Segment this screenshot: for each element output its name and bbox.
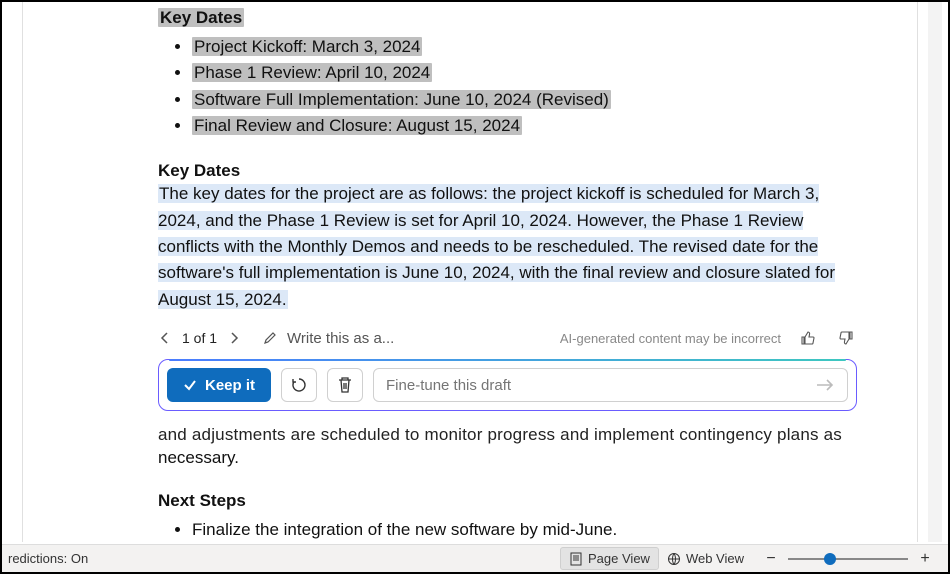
vertical-scrollbar[interactable] (928, 2, 942, 542)
thumbs-up-button[interactable] (797, 327, 819, 349)
list-item: Phase 1 Review: April 10, 2024 (192, 60, 857, 86)
zoom-out-button[interactable]: − (762, 550, 780, 568)
suggestion-pager: 1 of 1 (182, 330, 217, 346)
prev-suggestion-button[interactable] (158, 332, 172, 344)
list-item: Final Review and Closure: August 15, 202… (192, 113, 857, 139)
web-view-button[interactable]: Web View (659, 548, 752, 569)
obscured-text-line: and adjustments are scheduled to monitor… (158, 425, 857, 445)
ai-disclaimer: AI-generated content may be incorrect (560, 331, 781, 346)
keep-it-button[interactable]: Keep it (167, 368, 271, 402)
refresh-icon (290, 376, 308, 394)
key-dates-list: Project Kickoff: March 3, 2024 Phase 1 R… (192, 34, 857, 139)
trash-icon (337, 376, 353, 394)
section-heading-key-dates-1: Key Dates (158, 8, 857, 28)
next-steps-list: Finalize the integration of the new soft… (192, 517, 857, 542)
web-view-icon (667, 552, 681, 566)
pencil-icon (263, 331, 277, 345)
section-heading-key-dates-2: Key Dates (158, 161, 857, 181)
next-suggestion-button[interactable] (227, 332, 241, 344)
predictions-status[interactable]: redictions: On (6, 551, 88, 566)
status-bar: redictions: On Page View Web View − + (2, 544, 948, 572)
ai-action-bar: Keep it (158, 359, 857, 411)
keep-it-label: Keep it (205, 377, 255, 394)
fine-tune-input[interactable] (386, 377, 815, 394)
regenerate-button[interactable] (281, 368, 317, 402)
list-item: Finalize the integration of the new soft… (192, 517, 857, 542)
ai-suggestion-panel: 1 of 1 Write this as a... AI-generated c… (158, 327, 857, 411)
zoom-slider[interactable]: − + (762, 550, 934, 568)
page-view-icon (569, 552, 583, 566)
body-text: necessary. (158, 445, 857, 471)
check-icon (183, 378, 197, 392)
list-item: Software Full Implementation: June 10, 2… (192, 87, 857, 113)
write-as-label[interactable]: Write this as a... (287, 330, 394, 347)
thumbs-down-button[interactable] (835, 327, 857, 349)
list-item: Project Kickoff: March 3, 2024 (192, 34, 857, 60)
document-canvas: Key Dates Project Kickoff: March 3, 2024… (22, 2, 918, 542)
discard-button[interactable] (327, 368, 363, 402)
ai-generated-paragraph: The key dates for the project are as fol… (158, 181, 857, 313)
page-view-button[interactable]: Page View (560, 547, 659, 570)
zoom-track[interactable] (788, 558, 908, 560)
zoom-knob[interactable] (824, 553, 836, 565)
fine-tune-field[interactable] (373, 368, 848, 402)
section-heading-next-steps: Next Steps (158, 491, 857, 511)
zoom-in-button[interactable]: + (916, 550, 934, 568)
send-icon[interactable] (815, 378, 835, 392)
